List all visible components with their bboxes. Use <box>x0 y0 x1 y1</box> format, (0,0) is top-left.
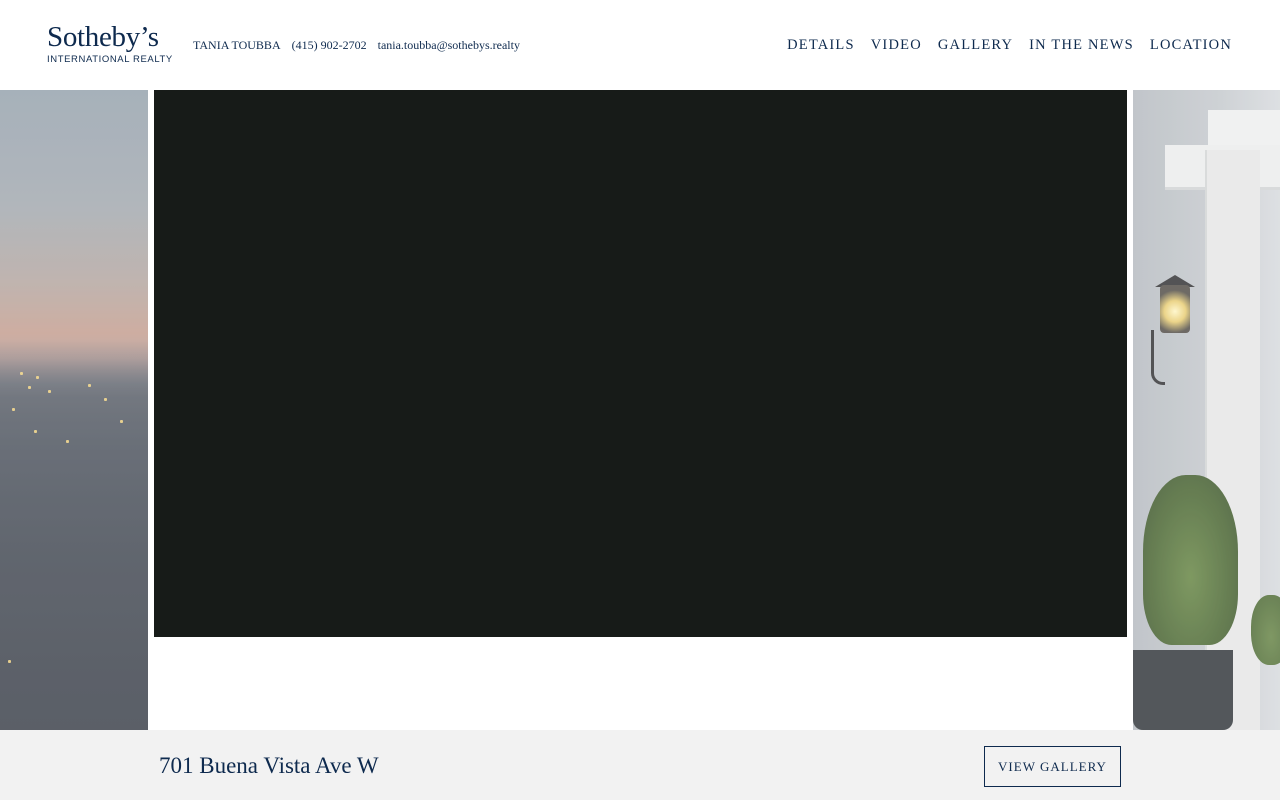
nav-location[interactable]: LOCATION <box>1150 37 1232 54</box>
main-nav: DETAILS VIDEO GALLERY IN THE NEWS LOCATI… <box>787 37 1232 54</box>
logo-wordmark: Sotheby’s <box>47 21 159 53</box>
agent-name: TANIA TOUBBA <box>193 38 281 52</box>
agent-contact: TANIA TOUBBA (415) 902-2702 tania.toubba… <box>193 38 528 53</box>
hero-side-image-left <box>0 90 148 730</box>
site-header: Sotheby’s INTERNATIONAL REALTY TANIA TOU… <box>0 0 1280 90</box>
view-gallery-button[interactable]: VIEW GALLERY <box>984 746 1121 787</box>
property-video[interactable] <box>154 90 1127 637</box>
nav-details[interactable]: DETAILS <box>787 37 855 54</box>
nav-gallery[interactable]: GALLERY <box>938 37 1013 54</box>
sothebys-logo[interactable]: Sotheby’s INTERNATIONAL REALTY <box>47 21 173 68</box>
hero-side-image-right <box>1133 90 1280 730</box>
property-address: 701 Buena Vista Ave W <box>159 753 379 778</box>
nav-in-the-news[interactable]: IN THE NEWS <box>1029 37 1134 54</box>
property-bar: 701 Buena Vista Ave W VIEW GALLERY <box>0 730 1280 800</box>
agent-email-link[interactable]: tania.toubba@sothebys.realty <box>378 38 520 52</box>
agent-phone-link[interactable]: (415) 902-2702 <box>292 38 367 52</box>
nav-video[interactable]: VIDEO <box>871 37 922 54</box>
logo-subline: INTERNATIONAL REALTY <box>47 54 173 65</box>
